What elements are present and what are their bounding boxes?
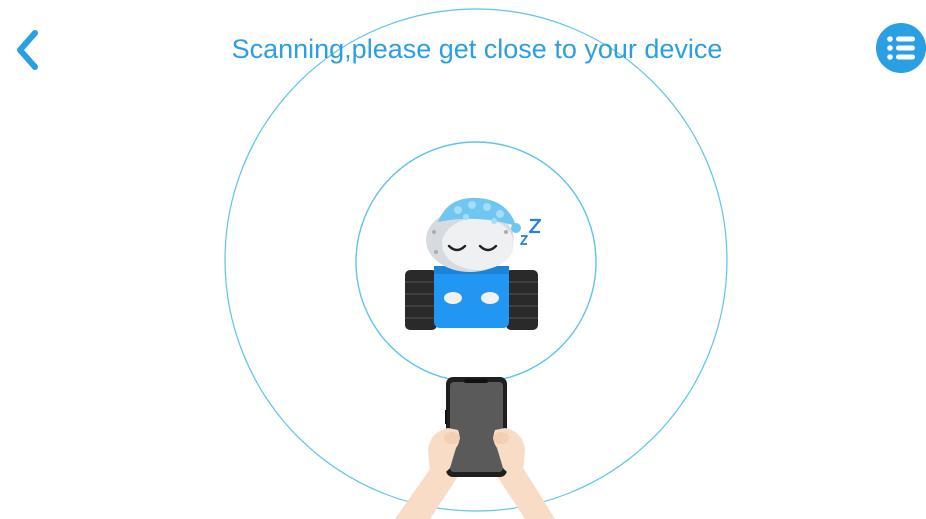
- list-menu-icon: [876, 23, 926, 73]
- scanning-screen: Scanning,please get close to your device: [0, 0, 926, 519]
- hands-holding-phone-illustration: [395, 377, 555, 519]
- menu-button[interactable]: [876, 23, 926, 73]
- scanning-illustration: [224, 8, 728, 519]
- page-title: Scanning,please get close to your device: [231, 34, 723, 64]
- sleeping-robot-illustration: [405, 197, 542, 330]
